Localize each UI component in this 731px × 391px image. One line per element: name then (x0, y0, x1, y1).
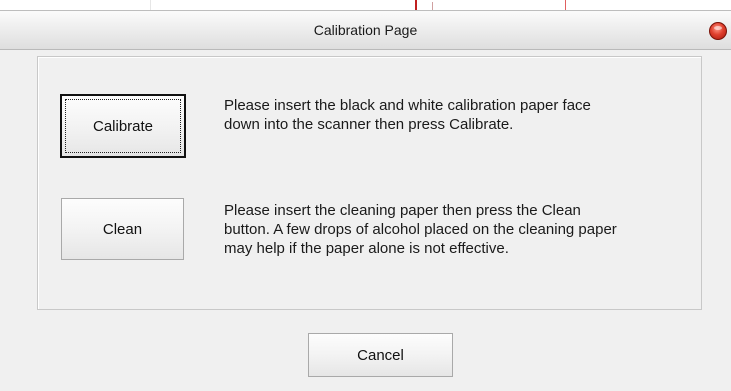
clean-instruction-line: button. A few drops of alcohol placed on… (224, 221, 617, 238)
title-bar[interactable]: Calibration Page (0, 11, 731, 50)
clean-instructions: Please insert the cleaning paper then pr… (224, 201, 704, 258)
clean-instruction-line: may help if the paper alone is not effec… (224, 240, 509, 257)
calibrate-instruction-line: Please insert the black and white calibr… (224, 97, 591, 114)
calibrate-instructions: Please insert the black and white calibr… (224, 96, 704, 134)
close-icon-highlight (714, 26, 722, 30)
clean-button-label: Clean (102, 221, 143, 238)
window-title: Calibration Page (313, 22, 418, 38)
clean-button[interactable]: Clean (61, 198, 184, 260)
screen: Calibration Page Calibrate Please insert… (0, 0, 731, 391)
background-mark (415, 0, 417, 10)
cancel-button[interactable]: Cancel (308, 333, 453, 377)
calibrate-button[interactable]: Calibrate (60, 94, 186, 158)
calibrate-instruction-line: down into the scanner then press Calibra… (224, 116, 514, 133)
focus-rectangle (65, 99, 181, 153)
close-icon[interactable] (709, 22, 727, 40)
clean-instruction-line: Please insert the cleaning paper then pr… (224, 202, 581, 219)
cancel-button-label: Cancel (357, 347, 404, 364)
